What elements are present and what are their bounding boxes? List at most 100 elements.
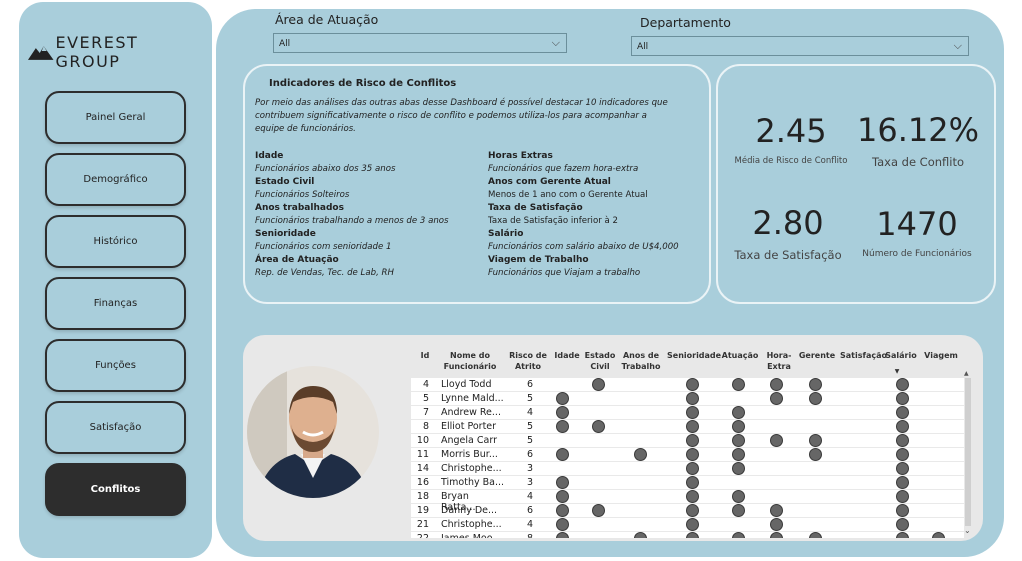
cell-id: 8 [422,421,429,432]
table-row[interactable]: 7 Andrew Re... 4 [411,406,964,420]
flag-dot-salario [896,490,909,503]
cell-name: Lynne Mald... [441,393,504,404]
indicators-description: Por meio das análises das outras abas de… [255,98,668,134]
table-row[interactable]: 14 Christophe... 3 [411,462,964,476]
cell-id: 7 [422,407,429,418]
column-header[interactable]: Atuação [721,350,759,361]
column-header[interactable]: Hora-Extra [764,350,794,372]
nav-conflitos[interactable]: Conflitos [45,463,186,516]
flag-dot-estado-civil [592,378,605,391]
flag-dot-hora-extra [770,392,783,405]
scrollbar-thumb[interactable] [965,378,971,526]
filter-area-value: All [279,39,291,49]
cell-risk: 6 [526,505,534,516]
kpi-employees-value: 1470 [876,205,958,243]
kpi-risk-avg-value: 2.45 [755,112,827,150]
cell-risk: 5 [526,421,534,432]
indicators-title: Indicadores de Risco de Conflitos [269,78,457,89]
flag-dot-salario [896,504,909,517]
logo-text: EVEREST GROUP [55,33,139,71]
table-scrollbar[interactable]: ▲ ⌄ [964,370,972,535]
flag-dot-idade [556,420,569,433]
cell-risk: 6 [526,449,534,460]
cell-name: Christophe... [441,463,502,474]
cell-name: Andrew Re... [441,407,501,418]
employee-photo [247,366,379,498]
table-body: 4 Lloyd Todd 6 5 Lynne Mald... 5 7 Andrew Re...… [411,378,964,538]
nav-demografico[interactable]: Demográfico [45,153,186,206]
flag-dot-anos-trabalho [634,448,647,461]
flag-dot-senioridade [686,448,699,461]
filter-departamento-dropdown[interactable]: All ⌵ [631,36,969,56]
flag-dot-atuacao [732,434,745,447]
column-header[interactable]: Viagem [923,350,959,361]
filter-departamento-label: Departamento [640,15,731,30]
indicators-card: Indicadores de Risco de Conflitos Por me… [243,64,711,304]
flag-dot-senioridade [686,378,699,391]
flag-dot-salario [896,420,909,433]
nav-financas[interactable]: Finanças [45,277,186,330]
column-header[interactable]: Estado Civil [582,350,618,372]
flag-dot-idade [556,476,569,489]
table-row[interactable]: 4 Lloyd Todd 6 [411,378,964,392]
table-row[interactable]: 11 Morris Bur... 6 [411,448,964,462]
scroll-up-icon[interactable]: ▲ [964,370,969,377]
indicator-name: Taxa de Satisfação [488,203,583,213]
flag-dot-senioridade [686,420,699,433]
cell-id: 5 [422,393,429,404]
flag-dot-salario [896,518,909,531]
cell-id: 19 [416,505,429,516]
cell-id: 10 [416,435,429,446]
nav-painel-geral[interactable]: Painel Geral [45,91,186,144]
table-row[interactable]: 21 Christophe... 4 [411,518,964,532]
column-header[interactable]: Gerente [798,350,836,361]
column-header[interactable]: Anos de Trabalho [621,350,661,372]
table-row[interactable]: 16 Timothy Ba... 3 [411,476,964,490]
cell-id: 21 [416,519,429,530]
indicator-name: Estado Civil [255,177,315,187]
cell-risk: 5 [526,393,534,404]
kpi-conflict-rate-value: 16.12% [856,111,979,149]
flag-dot-senioridade [686,490,699,503]
table-row[interactable]: 10 Angela Carr 5 [411,434,964,448]
flag-dot-gerente [809,532,822,538]
flag-dot-atuacao [732,504,745,517]
nav-historico[interactable]: Histórico [45,215,186,268]
flag-dot-atuacao [732,420,745,433]
indicators-right-column: Horas Extras Funcionários que fazem hora… [488,150,716,280]
indicator-desc: Funcionários que Viajam a trabalho [488,268,641,278]
table-row[interactable]: 5 Lynne Mald... 5 [411,392,964,406]
scroll-down-icon[interactable]: ⌄ [964,526,971,535]
filter-area-dropdown[interactable]: All ⌵ [273,33,567,53]
flag-dot-idade [556,518,569,531]
sidebar: EVEREST GROUP Painel Geral Demográfico H… [19,2,212,558]
flag-dot-salario [896,448,909,461]
column-header[interactable]: Idade [550,350,584,361]
table-row[interactable]: 8 Elliot Porter 5 [411,420,964,434]
flag-dot-salario [896,378,909,391]
table-row[interactable]: 22 James Moo... 8 [411,532,964,538]
column-header[interactable]: Nome do Funcionário [439,350,501,372]
flag-dot-salario [896,476,909,489]
cell-risk: 4 [526,519,534,530]
column-header[interactable]: Risco de Atrito [507,350,549,372]
flag-dot-gerente [809,378,822,391]
sort-desc-icon: ▼ [894,368,900,375]
column-header[interactable]: Salário [885,350,917,361]
company-logo: EVEREST GROUP [27,33,207,71]
flag-dot-atuacao [732,462,745,475]
column-header[interactable]: Id [411,350,439,361]
table-row[interactable]: 19 Danny De... 6 [411,504,964,518]
cell-risk: 4 [526,407,534,418]
table-row[interactable]: 18 Bryan Ratta... 4 [411,490,964,513]
cell-risk: 6 [526,379,534,390]
flag-dot-viagem [932,532,945,538]
nav-satisfacao[interactable]: Satisfação [45,401,186,454]
column-header[interactable]: Satisfação [840,350,887,361]
column-header[interactable]: Senioridade [667,350,721,361]
flag-dot-salario [896,462,909,475]
chevron-down-icon: ⌵ [953,39,962,52]
cell-id: 4 [422,379,429,390]
indicator-name: Área de Atuação [255,255,339,265]
nav-funcoes[interactable]: Funções [45,339,186,392]
